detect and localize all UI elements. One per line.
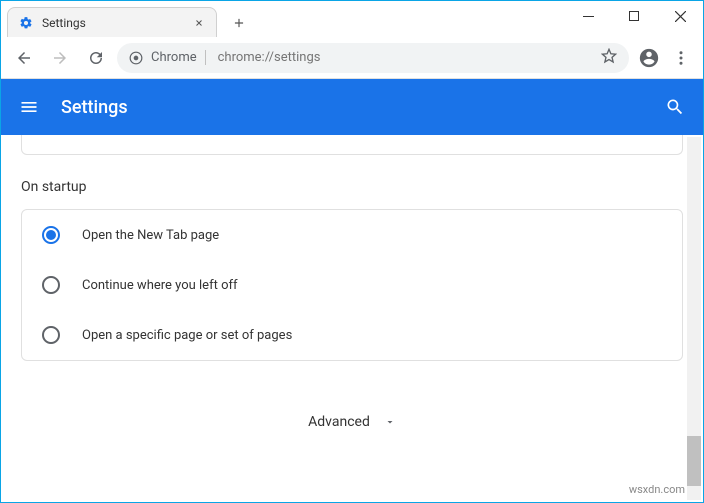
profile-avatar-icon[interactable] [635, 44, 663, 72]
chrome-icon [129, 51, 143, 65]
radio-icon [42, 326, 60, 344]
address-bar[interactable]: Chrome chrome://settings [117, 43, 629, 73]
tab-title: Settings [42, 16, 184, 30]
toolbar-right [635, 44, 695, 72]
radio-icon [42, 276, 60, 294]
browser-toolbar: Chrome chrome://settings [1, 37, 703, 79]
radio-label: Open a specific page or set of pages [82, 328, 292, 343]
startup-option-specific-pages[interactable]: Open a specific page or set of pages [22, 310, 682, 360]
chevron-down-icon [384, 413, 396, 432]
window-controls [565, 1, 703, 31]
address-chip: Chrome [151, 50, 206, 65]
new-tab-button[interactable] [225, 9, 253, 37]
minimize-button[interactable] [565, 1, 611, 31]
back-button[interactable] [9, 43, 39, 73]
page-title: Settings [61, 97, 663, 118]
address-url: chrome://settings [218, 50, 321, 65]
bookmark-star-icon[interactable] [601, 48, 617, 68]
hamburger-menu-icon[interactable] [17, 95, 41, 119]
settings-header: Settings [1, 79, 703, 135]
advanced-toggle[interactable]: Advanced [21, 397, 683, 447]
maximize-button[interactable] [611, 1, 657, 31]
scrollbar-thumb[interactable] [687, 436, 701, 486]
close-window-button[interactable] [657, 1, 703, 31]
startup-options-card: Open the New Tab page Continue where you… [21, 209, 683, 361]
scrollbar[interactable] [687, 137, 701, 500]
advanced-label: Advanced [308, 414, 370, 430]
forward-button[interactable] [45, 43, 75, 73]
radio-label: Continue where you left off [82, 278, 238, 293]
browser-tab[interactable]: Settings [7, 7, 217, 37]
titlebar: Settings [1, 1, 703, 37]
section-title-startup: On startup [21, 179, 683, 195]
startup-option-new-tab[interactable]: Open the New Tab page [22, 210, 682, 260]
radio-label: Open the New Tab page [82, 228, 219, 243]
close-tab-icon[interactable] [192, 16, 206, 30]
search-icon[interactable] [663, 95, 687, 119]
kebab-menu-icon[interactable] [667, 44, 695, 72]
previous-section-card [21, 135, 683, 155]
gear-icon [18, 15, 34, 31]
settings-content: On startup Open the New Tab page Continu… [1, 135, 703, 502]
radio-icon [42, 226, 60, 244]
startup-option-continue[interactable]: Continue where you left off [22, 260, 682, 310]
reload-button[interactable] [81, 43, 111, 73]
watermark: wsxdn.com [629, 483, 685, 496]
